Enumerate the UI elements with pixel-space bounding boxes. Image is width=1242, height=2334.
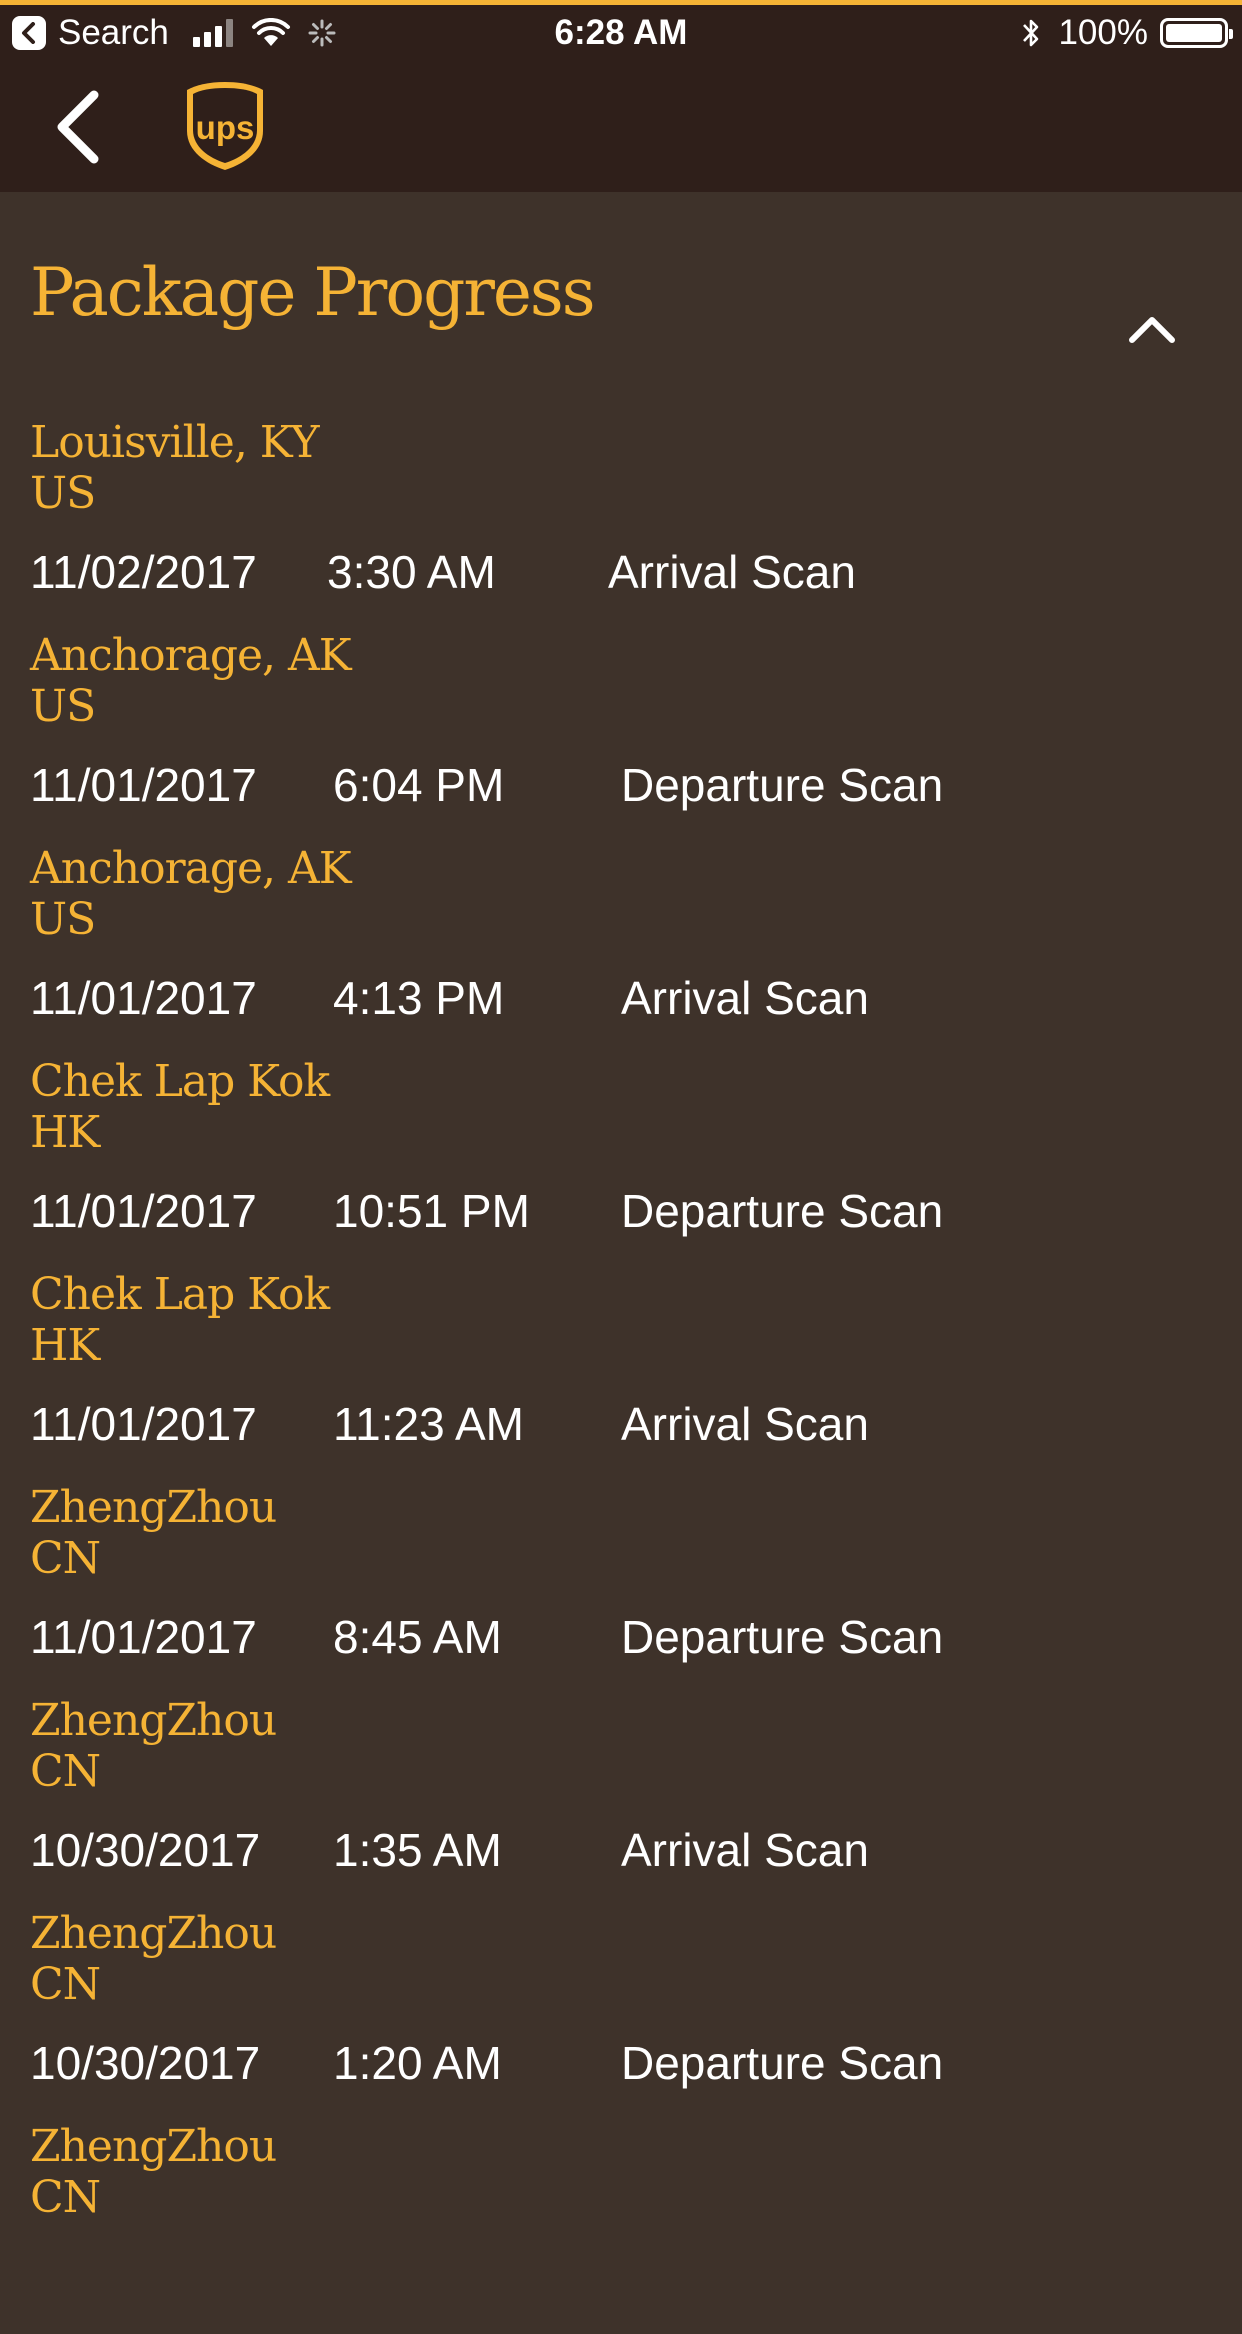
location-country: CN	[30, 1533, 101, 1584]
activity-date: 11/01/2017	[30, 1398, 257, 1450]
activity-date: 11/02/2017	[30, 546, 257, 598]
progress-list: Louisville, KY US 11/02/2017 3:30 AM Arr…	[30, 417, 1210, 2334]
activity-time: 11:23 AM	[333, 1398, 524, 1450]
page-title: Package Progress	[30, 254, 596, 331]
activity-description: Departure Scan	[621, 2037, 944, 2089]
battery-percent: 100%	[1058, 13, 1148, 52]
list-item: Chek Lap Kok HK 11/01/2017 11:23 AM Arri…	[30, 1269, 1210, 1482]
location-country: CN	[30, 1959, 101, 2010]
location-country: US	[30, 468, 96, 519]
location-city: Anchorage, AK	[30, 630, 352, 681]
location-city: ZhengZhou	[30, 2121, 277, 2172]
location-city: Chek Lap Kok	[30, 1056, 330, 1107]
list-item: ZhengZhou CN 10/30/2017 1:20 AM Departur…	[30, 1908, 1210, 2121]
location-country: CN	[30, 2172, 101, 2223]
activity-time: 4:13 PM	[333, 972, 505, 1024]
activity-description: Arrival Scan	[608, 546, 856, 598]
location-country: HK	[30, 1107, 100, 1158]
activity-date: 11/01/2017	[30, 1611, 257, 1663]
location-city: ZhengZhou	[30, 1908, 277, 1959]
activity-date: 11/01/2017	[30, 972, 257, 1024]
list-item: ZhengZhou CN	[30, 2121, 1210, 2334]
activity-description: Departure Scan	[621, 1611, 944, 1663]
location-country: CN	[30, 1746, 101, 1797]
status-bar: Search 6:28 AM 100%	[0, 5, 1242, 57]
battery-icon	[1160, 18, 1233, 48]
activity-description: Arrival Scan	[621, 1398, 869, 1450]
list-item: Louisville, KY US 11/02/2017 3:30 AM Arr…	[30, 417, 1210, 630]
activity-time: 3:30 AM	[327, 546, 496, 598]
activity-description: Departure Scan	[621, 1185, 944, 1237]
list-item: ZhengZhou CN 11/01/2017 8:45 AM Departur…	[30, 1482, 1210, 1695]
activity-time: 6:04 PM	[333, 759, 505, 811]
activity-description: Departure Scan	[621, 759, 944, 811]
location-city: Anchorage, AK	[30, 843, 352, 894]
bluetooth-icon	[1023, 19, 1039, 47]
location-city: ZhengZhou	[30, 1695, 277, 1746]
location-city: ZhengZhou	[30, 1482, 277, 1533]
location-country: HK	[30, 1320, 100, 1371]
activity-date: 10/30/2017	[30, 2037, 261, 2089]
back-arrow-icon[interactable]	[50, 87, 110, 167]
svg-text:ups: ups	[196, 109, 255, 146]
ups-logo: ups	[187, 82, 263, 170]
activity-date: 11/01/2017	[30, 1185, 257, 1237]
header-bar: ups	[0, 57, 1242, 192]
list-item: Chek Lap Kok HK 11/01/2017 10:51 PM Depa…	[30, 1056, 1210, 1269]
activity-time: 10:51 PM	[333, 1185, 530, 1237]
activity-time: 1:20 AM	[333, 2037, 502, 2089]
chevron-up-icon[interactable]	[1126, 310, 1178, 346]
list-item: Anchorage, AK US 11/01/2017 4:13 PM Arri…	[30, 843, 1210, 1056]
activity-description: Arrival Scan	[621, 972, 869, 1024]
activity-time: 8:45 AM	[333, 1611, 502, 1663]
activity-date: 11/01/2017	[30, 759, 257, 811]
location-country: US	[30, 894, 96, 945]
list-item: Anchorage, AK US 11/01/2017 6:04 PM Depa…	[30, 630, 1210, 843]
activity-description: Arrival Scan	[621, 1824, 869, 1876]
location-country: US	[30, 681, 96, 732]
activity-date: 10/30/2017	[30, 1824, 261, 1876]
list-item: ZhengZhou CN 10/30/2017 1:35 AM Arrival …	[30, 1695, 1210, 1908]
location-city: Chek Lap Kok	[30, 1269, 330, 1320]
location-city: Louisville, KY	[30, 417, 320, 468]
activity-time: 1:35 AM	[333, 1824, 502, 1876]
